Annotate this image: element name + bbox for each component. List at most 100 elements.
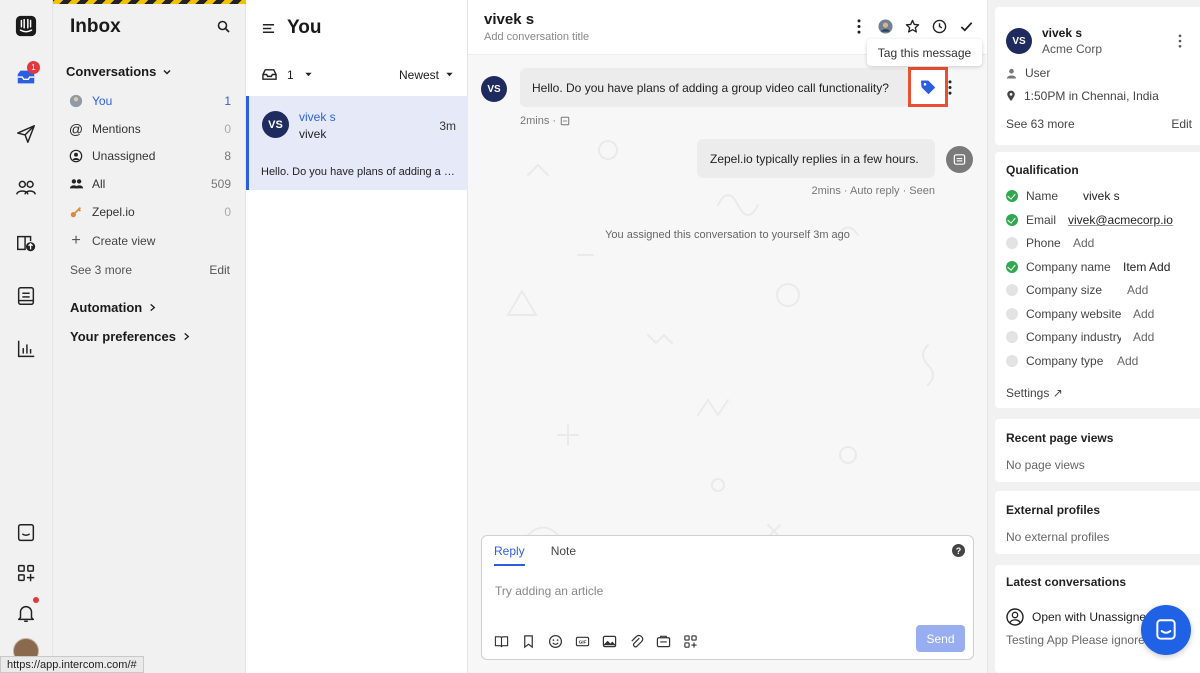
article-book-icon[interactable] [493, 633, 509, 649]
user-company[interactable]: Acme Corp [1042, 42, 1102, 56]
image-icon[interactable] [601, 633, 617, 649]
sort-dropdown[interactable]: Newest [399, 68, 454, 82]
inbox-title: Inbox [70, 16, 121, 37]
messenger-preview-icon[interactable] [13, 520, 39, 546]
preferences-label: Your preferences [70, 329, 176, 344]
help-icon[interactable]: ? [952, 544, 965, 557]
svg-text:GIF: GIF [578, 639, 586, 644]
conversation-card[interactable]: VS vivek s vivek 3m Hello. Do you have p… [246, 96, 468, 190]
key-icon [68, 204, 84, 220]
conversation-preview: Hello. Do you have plans of adding a gro… [261, 166, 455, 178]
empty-circle-icon [1006, 284, 1018, 296]
conversation-title-input[interactable]: Add conversation title [484, 31, 589, 43]
tag-message-tooltip: Tag this message [867, 39, 982, 66]
message-more-icon[interactable] [948, 80, 956, 96]
qualification-row[interactable]: Phone Add [1006, 236, 1196, 250]
macro-inbox-icon[interactable] [655, 633, 671, 649]
create-view-button[interactable]: + Create view [68, 230, 231, 252]
nav-item-zepel[interactable]: Zepel.io 0 [68, 201, 231, 223]
caret-down-icon [446, 72, 453, 77]
check-circle-icon [1006, 190, 1018, 202]
qualification-settings-link[interactable]: Settings ↗ [1006, 386, 1063, 400]
outbound-send-icon[interactable] [13, 121, 39, 147]
user-more-icon[interactable] [1178, 34, 1182, 48]
latest-conversation-item[interactable]: Open with Unassigned [1006, 608, 1153, 626]
person-icon [1006, 68, 1017, 79]
user-name[interactable]: vivek s [1042, 26, 1082, 40]
star-icon[interactable] [904, 18, 921, 35]
articles-upload-icon[interactable] [13, 230, 39, 256]
incoming-message-text: Hello. Do you have plans of adding a gro… [532, 80, 889, 95]
qualification-row[interactable]: Company industry Add [1006, 330, 1196, 344]
snooze-clock-icon[interactable] [931, 18, 948, 35]
tab-note[interactable]: Note [551, 544, 576, 566]
notifications-bell-icon[interactable] [13, 600, 39, 626]
nav-item-mentions[interactable]: @ Mentions 0 [68, 118, 231, 140]
close-conversation-check-icon[interactable] [958, 18, 975, 35]
apps-grid-icon[interactable] [13, 560, 39, 586]
open-count: 1 [287, 67, 294, 82]
conversation-time: 3m [439, 119, 456, 133]
send-button[interactable]: Send [916, 625, 965, 652]
nav-item-count: 509 [210, 177, 231, 191]
attachment-icon[interactable] [628, 633, 644, 649]
qualification-value: Item Add [1123, 260, 1171, 274]
assignee-avatar-icon[interactable] [877, 18, 894, 35]
emoji-icon[interactable] [547, 633, 563, 649]
contact-name: vivek s [299, 110, 336, 124]
page-views-title: Recent page views [1006, 431, 1114, 445]
open-filter[interactable]: 1 [262, 67, 313, 82]
more-options-icon[interactable] [850, 18, 867, 35]
saved-reply-bookmark-icon[interactable] [520, 633, 536, 649]
qualification-row[interactable]: Email vivek@acmecorp.io [1006, 213, 1196, 227]
reply-input[interactable]: Try adding an article [495, 584, 603, 598]
automation-link[interactable]: Automation [70, 300, 157, 315]
auto-reply-text: Zepel.io typically replies in a few hour… [710, 151, 919, 166]
qualification-row[interactable]: Company type Add [1006, 354, 1196, 368]
qualification-row[interactable]: Company name Item Add [1006, 260, 1196, 274]
nav-item-you[interactable]: You 1 [68, 90, 231, 112]
nav-item-label: You [92, 94, 113, 108]
nav-see-more-row: See 3 more Edit [70, 263, 230, 277]
recent-page-views-card: Recent page views No page views [995, 419, 1200, 482]
empty-circle-icon [1006, 331, 1018, 343]
create-view-label: Create view [92, 234, 156, 248]
latest-conversations-title: Latest conversations [1006, 575, 1127, 589]
automation-label: Automation [70, 300, 143, 315]
qualification-row[interactable]: Company website Add [1006, 307, 1196, 321]
qualification-row[interactable]: Company size Add [1006, 283, 1196, 297]
check-circle-icon [1006, 214, 1018, 226]
edit-link[interactable]: Edit [209, 263, 230, 277]
nav-item-count: 1 [224, 94, 231, 108]
user-card-footer: See 63 more Edit [1006, 117, 1192, 131]
qualification-value: vivek@acmecorp.io [1068, 213, 1173, 227]
edit-attributes-link[interactable]: Edit [1171, 117, 1192, 131]
gif-icon[interactable]: GIF [574, 633, 590, 649]
preferences-link[interactable]: Your preferences [70, 329, 191, 344]
inbox-tray-icon [262, 69, 277, 80]
nav-item-all[interactable]: All 509 [68, 173, 231, 195]
latest-conversation-label: Open with Unassigned [1032, 610, 1153, 624]
bar-chart-icon[interactable] [13, 336, 39, 362]
tab-reply[interactable]: Reply [494, 544, 525, 566]
contacts-icon[interactable] [13, 175, 39, 201]
intercom-logo-icon[interactable] [13, 13, 39, 39]
nav-item-unassigned[interactable]: Unassigned 8 [68, 145, 231, 167]
empty-circle-icon [1006, 237, 1018, 249]
incoming-message-time: 2mins · [520, 115, 557, 127]
plus-icon: + [71, 232, 81, 249]
nav-item-label: Zepel.io [92, 205, 135, 219]
sort-label: Newest [398, 67, 439, 82]
qualification-value: Add [1073, 236, 1095, 250]
search-icon[interactable] [216, 19, 232, 35]
qualification-value: Add [1133, 307, 1155, 321]
conversations-section-toggle[interactable]: Conversations [66, 64, 172, 79]
menu-toggle-icon[interactable] [262, 22, 275, 35]
reports-list-icon[interactable] [13, 283, 39, 309]
apps-add-icon[interactable] [682, 633, 698, 649]
tag-message-button[interactable] [908, 67, 948, 107]
see-more-link[interactable]: See 3 more [70, 263, 132, 277]
messenger-launcher-button[interactable] [1141, 605, 1191, 655]
qualification-row[interactable]: Name vivek s [1006, 189, 1196, 203]
see-more-attributes-link[interactable]: See 63 more [1006, 117, 1075, 131]
